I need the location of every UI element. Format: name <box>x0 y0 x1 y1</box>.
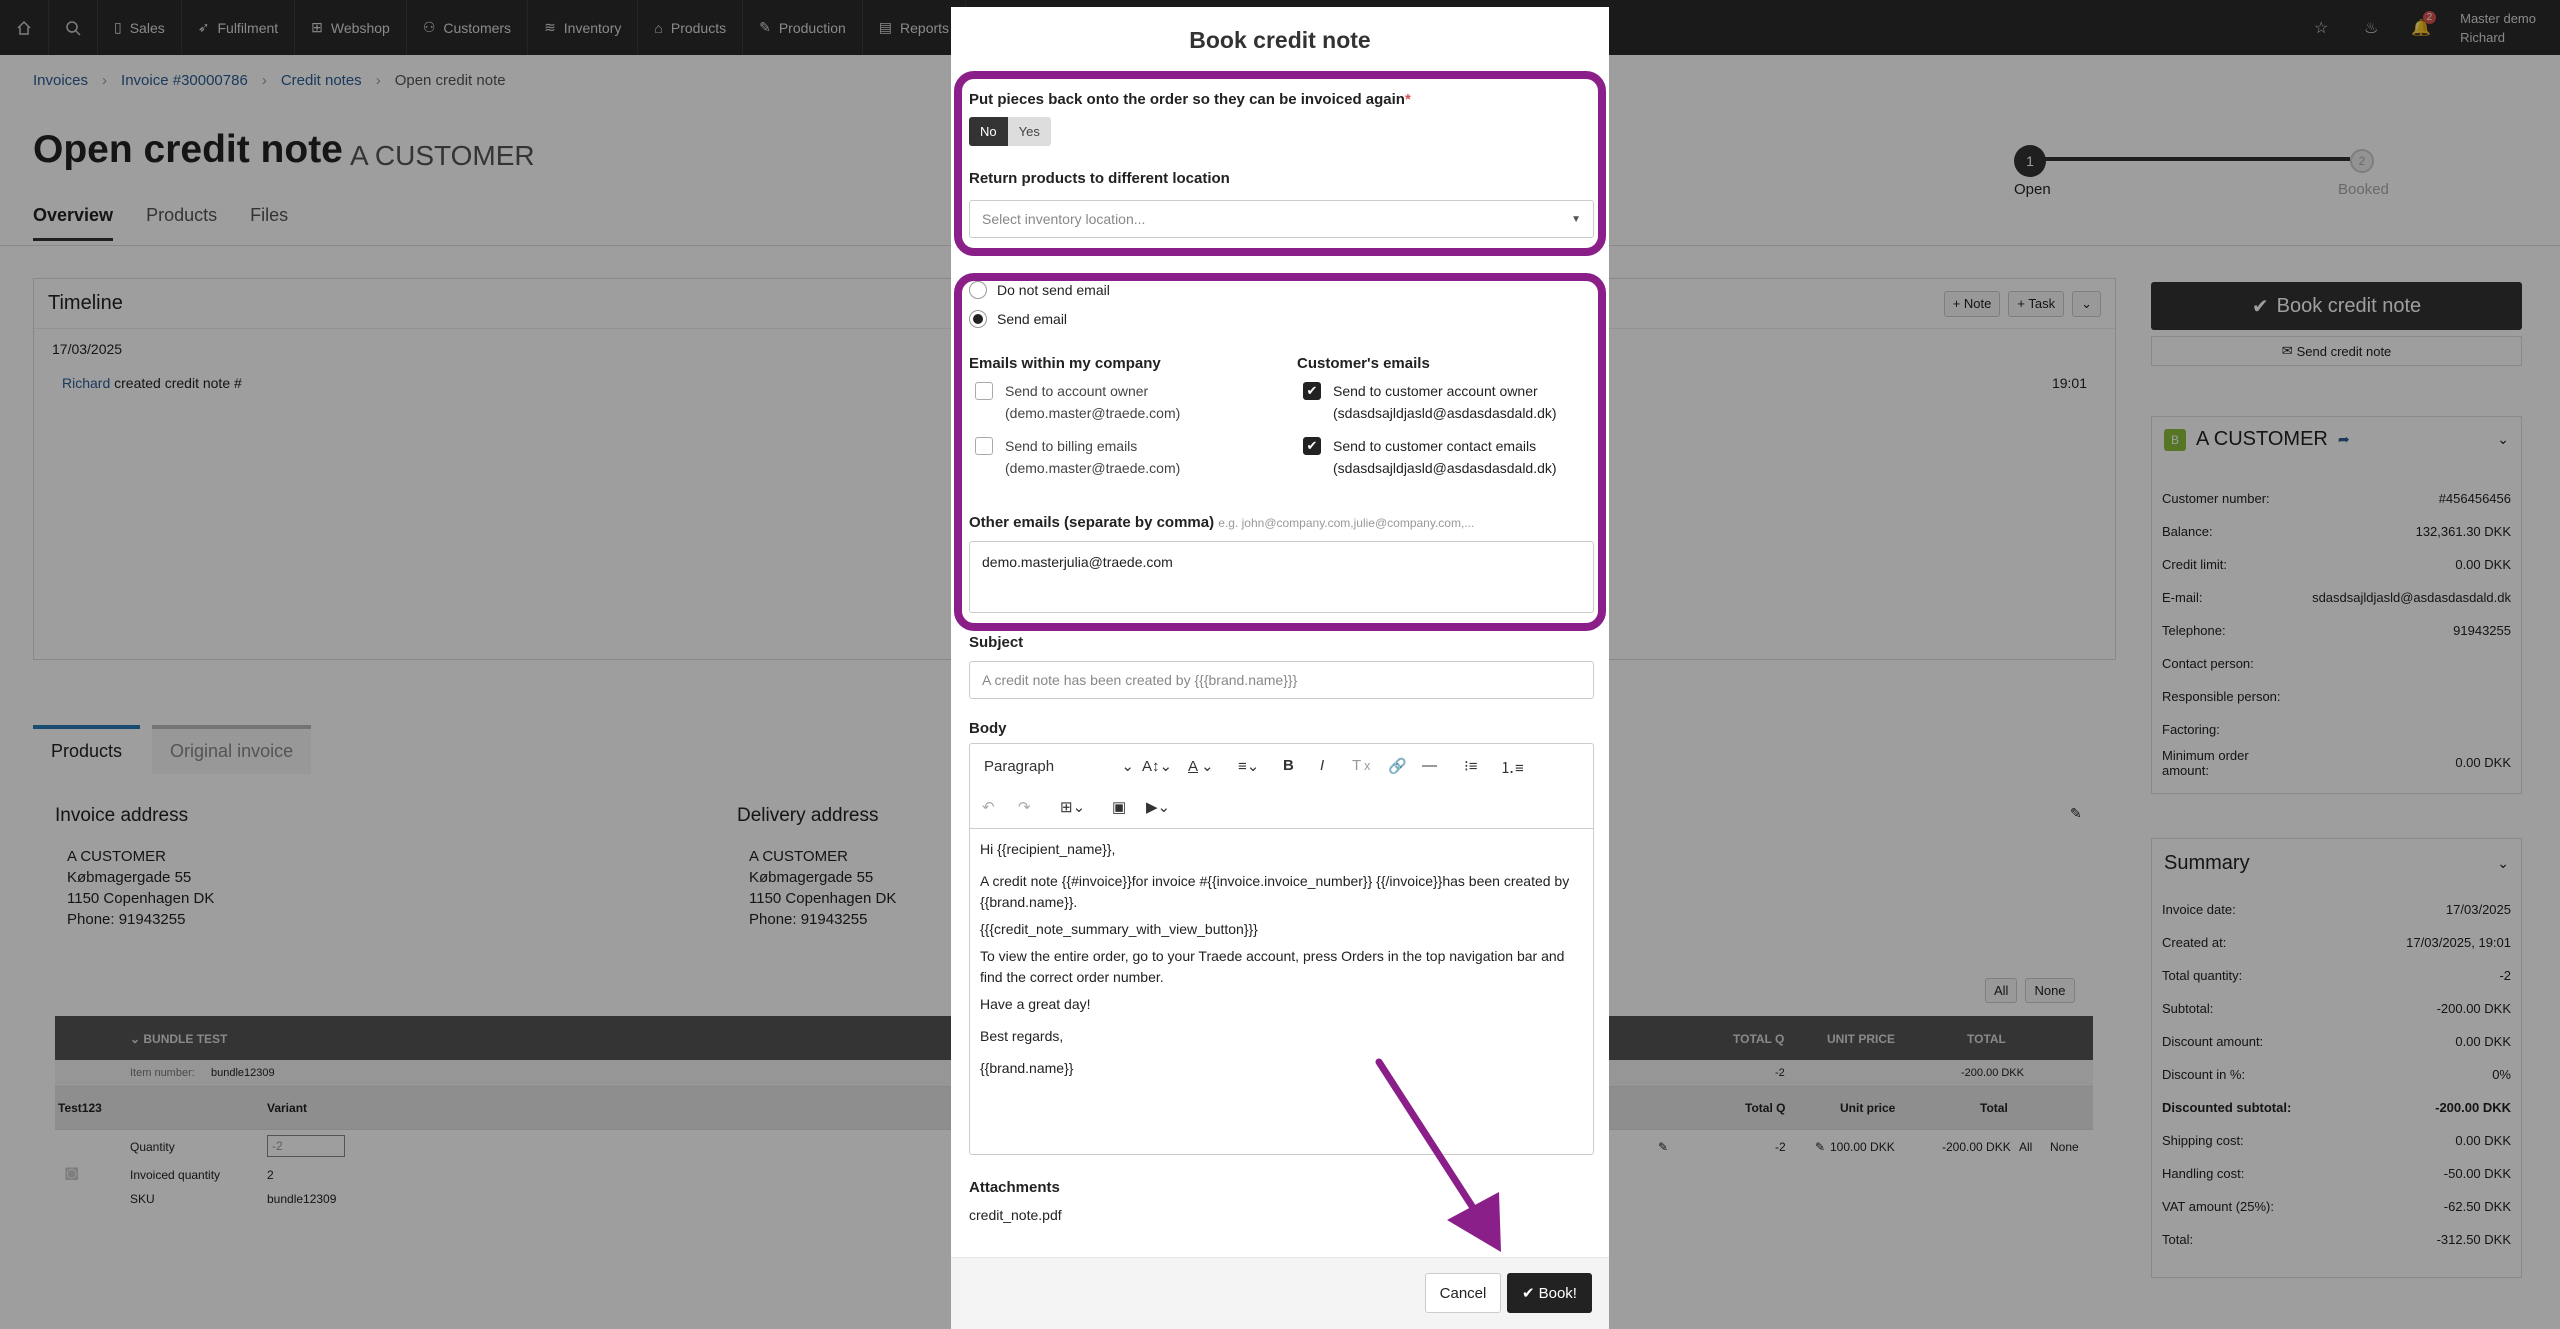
italic-icon[interactable]: I <box>1320 757 1324 774</box>
check-icon: ✔ <box>1522 1285 1535 1302</box>
horizontal-rule-icon[interactable]: — <box>1422 757 1437 774</box>
numbered-list-icon[interactable]: ⒈≡ <box>1500 757 1524 778</box>
chevron-down-icon: ⌄ <box>1121 758 1134 775</box>
body-label: Body <box>969 720 1007 737</box>
editor-toolbar: Paragraph ⌄ A↕⌄ A ⌄ ≡⌄ B I Tx 🔗 — ⁝≡ ⒈≡ ↶ … <box>970 744 1593 829</box>
image-icon[interactable]: ▣ <box>1112 798 1126 816</box>
bullet-list-icon[interactable]: ⁝≡ <box>1464 757 1478 775</box>
cancel-button[interactable]: Cancel <box>1425 1273 1501 1313</box>
subject-label: Subject <box>969 634 1024 651</box>
put-back-toggle: No Yes <box>969 117 1051 146</box>
radio-send-email[interactable]: Send email <box>969 310 1067 328</box>
table-icon[interactable]: ⊞⌄ <box>1060 798 1085 816</box>
toggle-yes[interactable]: Yes <box>1007 117 1051 146</box>
radio-do-not-send[interactable]: Do not send email <box>969 281 1110 299</box>
checkbox-billing-emails[interactable]: Send to billing emails (demo.master@traed… <box>975 435 1180 479</box>
attachment-file[interactable]: credit_note.pdf <box>969 1207 1062 1223</box>
toggle-no[interactable]: No <box>969 117 1008 146</box>
inventory-location-select[interactable]: Select inventory location... ▼ <box>969 200 1594 238</box>
align-icon[interactable]: ≡⌄ <box>1238 757 1259 775</box>
other-emails-textarea[interactable]: demo.masterjulia@traede.com <box>969 541 1594 613</box>
checkbox-customer-contact[interactable]: ✔ Send to customer contact emails (sdasdsa… <box>1303 435 1557 479</box>
checkbox-customer-account-owner[interactable]: ✔ Send to customer account owner (sdasdsaj… <box>1303 380 1557 424</box>
clear-format-icon[interactable]: Tx <box>1352 757 1370 774</box>
return-location-label: Return products to different location <box>969 170 1230 187</box>
caret-down-icon: ▼ <box>1571 213 1581 225</box>
font-size-icon[interactable]: A↕⌄ <box>1142 757 1172 775</box>
undo-icon[interactable]: ↶ <box>982 798 995 816</box>
paragraph-select[interactable]: Paragraph ⌄ <box>984 757 1134 776</box>
modal-title: Book credit note <box>1189 27 1371 53</box>
checkbox-account-owner[interactable]: Send to account owner (demo.master@traede… <box>975 380 1180 424</box>
other-emails-label: Other emails (separate by comma) e.g. jo… <box>969 514 1475 531</box>
check-icon: ✔ <box>1303 382 1321 400</box>
book-button[interactable]: ✔ Book! <box>1507 1273 1592 1313</box>
font-color-icon[interactable]: A ⌄ <box>1188 757 1214 776</box>
media-icon[interactable]: ▶⌄ <box>1146 798 1170 816</box>
customer-emails-heading: Customer's emails <box>1297 355 1430 372</box>
company-emails-heading: Emails within my company <box>969 355 1161 372</box>
arrow-annotation <box>1375 1058 1501 1252</box>
check-icon: ✔ <box>1303 437 1321 455</box>
redo-icon[interactable]: ↷ <box>1018 798 1031 816</box>
attachments-label: Attachments <box>969 1179 1060 1196</box>
link-icon[interactable]: 🔗 <box>1388 757 1407 775</box>
modal-footer: Cancel ✔ Book! <box>951 1257 1609 1329</box>
book-credit-note-modal: Book credit note Put pieces back onto th… <box>951 7 1609 1329</box>
bold-icon[interactable]: B <box>1283 757 1294 774</box>
put-back-label: Put pieces back onto the order so they c… <box>969 91 1411 108</box>
subject-input[interactable]: A credit note has been created by {{{bra… <box>969 661 1594 699</box>
